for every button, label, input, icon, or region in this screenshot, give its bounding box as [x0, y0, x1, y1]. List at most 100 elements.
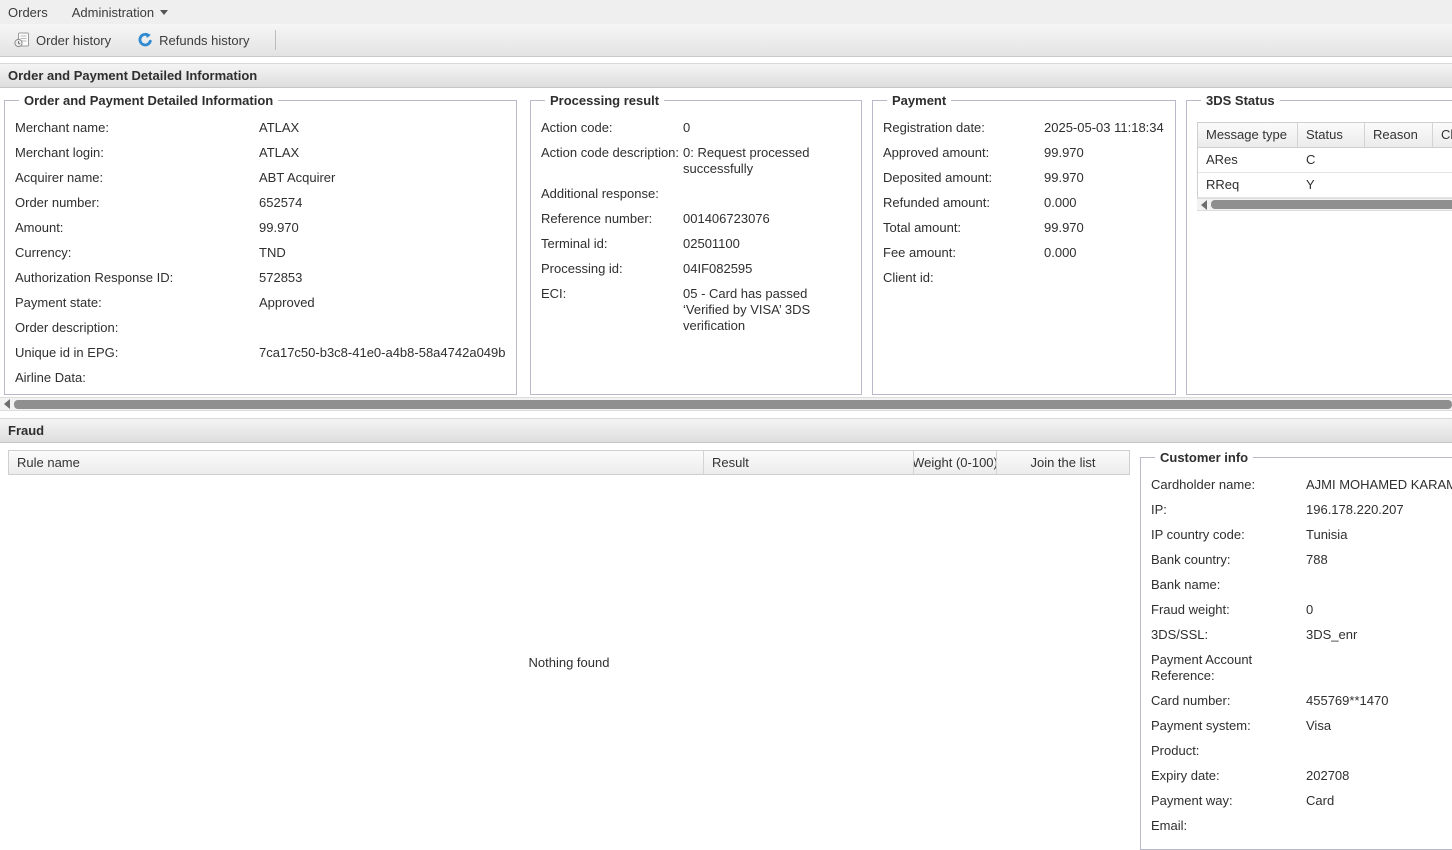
threeds-horizontal-scrollbar[interactable] [1197, 198, 1452, 211]
order-history-button[interactable]: Order history [8, 29, 117, 51]
field-label: Order description: [15, 320, 259, 336]
field-label: Action code description: [541, 145, 683, 177]
field-row: Order number:652574 [15, 195, 506, 211]
refunds-history-button[interactable]: Refunds history [131, 29, 255, 51]
field-row: Additional response: [541, 186, 851, 202]
field-row: Payment Account Reference: [1151, 652, 1452, 684]
field-value: 0 [1306, 602, 1452, 618]
field-value: 99.970 [259, 220, 506, 236]
field-value: Tunisia [1306, 527, 1452, 543]
table-row: RReq Y [1198, 173, 1452, 198]
payment-legend: Payment [887, 93, 951, 108]
scrollbar-thumb[interactable] [14, 400, 1452, 409]
field-value: 001406723076 [683, 211, 849, 227]
customer-info-panel: Customer info Cardholder name:AJMI MOHAM… [1140, 450, 1452, 850]
main-horizontal-scrollbar[interactable] [0, 397, 1452, 411]
scroll-left-arrow-icon[interactable] [1197, 199, 1211, 210]
field-row: Registration date:2025-05-03 11:18:34 [883, 120, 1165, 136]
field-value: 652574 [259, 195, 506, 211]
menu-orders[interactable]: Orders [8, 5, 48, 20]
field-label: Amount: [15, 220, 259, 236]
field-label: Total amount: [883, 220, 1044, 236]
field-value: AJMI MOHAMED KARAM [1306, 477, 1452, 493]
customer-info-legend: Customer info [1155, 450, 1253, 465]
fraud-col-join-the-list[interactable]: Join the list [997, 451, 1129, 474]
field-row: Fee amount:0.000 [883, 245, 1165, 261]
field-label: Refunded amount: [883, 195, 1044, 211]
processing-result-panel: Processing result Action code:0Action co… [530, 93, 862, 395]
fraud-col-weight[interactable]: Weight (0-100) [914, 451, 997, 474]
field-value: Approved [259, 295, 506, 311]
field-value [1306, 743, 1452, 759]
cell-reason [1365, 173, 1433, 197]
field-row: IP:196.178.220.207 [1151, 502, 1452, 518]
field-row: Order description: [15, 320, 506, 336]
field-value: 99.970 [1044, 220, 1165, 236]
fraud-table-header: Rule name Result Weight (0-100) Join the… [8, 450, 1130, 475]
payment-rows: Registration date:2025-05-03 11:18:34 App… [883, 120, 1165, 286]
field-value [1044, 270, 1165, 286]
cell-status: Y [1298, 173, 1365, 197]
field-value: 572853 [259, 270, 506, 286]
field-label: Payment Account Reference: [1151, 652, 1306, 684]
field-row: Airline Data: [15, 370, 506, 386]
field-row: Bank country:788 [1151, 552, 1452, 568]
field-label: IP: [1151, 502, 1306, 518]
empty-state-text: Nothing found [529, 655, 610, 670]
menu-administration-label: Administration [72, 5, 154, 20]
scrollbar-thumb[interactable] [1211, 200, 1452, 209]
fraud-col-rule-name[interactable]: Rule name [9, 451, 704, 474]
field-value [1306, 577, 1452, 593]
order-info-legend: Order and Payment Detailed Information [19, 93, 278, 108]
field-row: Card number:455769**1470 [1151, 693, 1452, 709]
scroll-left-arrow-icon[interactable] [0, 398, 14, 410]
field-row: Approved amount:99.970 [883, 145, 1165, 161]
field-value: 05 - Card has passed ‘Verified by VISA’ … [683, 286, 849, 334]
field-value: 196.178.220.207 [1306, 502, 1452, 518]
field-label: Bank name: [1151, 577, 1306, 593]
field-row: Client id: [883, 270, 1165, 286]
fraud-section-title: Fraud [8, 423, 44, 438]
field-row: 3DS/SSL:3DS_enr [1151, 627, 1452, 643]
field-row: Product: [1151, 743, 1452, 759]
field-label: Payment system: [1151, 718, 1306, 734]
field-row: Terminal id:02501100 [541, 236, 851, 252]
fraud-table-body: Nothing found [8, 475, 1130, 844]
field-label: Product: [1151, 743, 1306, 759]
cell-message-type: RReq [1198, 173, 1298, 197]
field-label: Merchant login: [15, 145, 259, 161]
field-value: ATLAX [259, 145, 506, 161]
field-label: Reference number: [541, 211, 683, 227]
field-value: 2025-05-03 11:18:34 [1044, 120, 1165, 136]
field-value: Visa [1306, 718, 1452, 734]
field-row: Merchant login:ATLAX [15, 145, 506, 161]
order-info-panel: Order and Payment Detailed Information M… [4, 93, 517, 395]
order-history-label: Order history [36, 33, 111, 48]
field-row: IP country code:Tunisia [1151, 527, 1452, 543]
field-label: Acquirer name: [15, 170, 259, 186]
menu-administration[interactable]: Administration [72, 5, 168, 20]
field-row: Expiry date:202708 [1151, 768, 1452, 784]
refunds-history-icon [137, 32, 153, 48]
field-value: 3DS_enr [1306, 627, 1452, 643]
field-row: Email: [1151, 818, 1452, 834]
field-row: Action code:0 [541, 120, 851, 136]
field-row: Authorization Response ID:572853 [15, 270, 506, 286]
field-label: Cardholder name: [1151, 477, 1306, 493]
threeds-col-clipped: Ch [1433, 123, 1452, 147]
payment-panel: Payment Registration date:2025-05-03 11:… [872, 93, 1176, 395]
field-row: Currency:TND [15, 245, 506, 261]
field-value: 202708 [1306, 768, 1452, 784]
field-label: Terminal id: [541, 236, 683, 252]
field-value: Card [1306, 793, 1452, 809]
field-label: Fraud weight: [1151, 602, 1306, 618]
field-label: Approved amount: [883, 145, 1044, 161]
field-row: ECI:05 - Card has passed ‘Verified by VI… [541, 286, 851, 334]
field-label: 3DS/SSL: [1151, 627, 1306, 643]
field-row: Merchant name:ATLAX [15, 120, 506, 136]
field-label: Airline Data: [15, 370, 259, 386]
field-label: IP country code: [1151, 527, 1306, 543]
field-value: 788 [1306, 552, 1452, 568]
fraud-col-result[interactable]: Result [704, 451, 914, 474]
fraud-section-bar: Fraud [0, 418, 1452, 443]
